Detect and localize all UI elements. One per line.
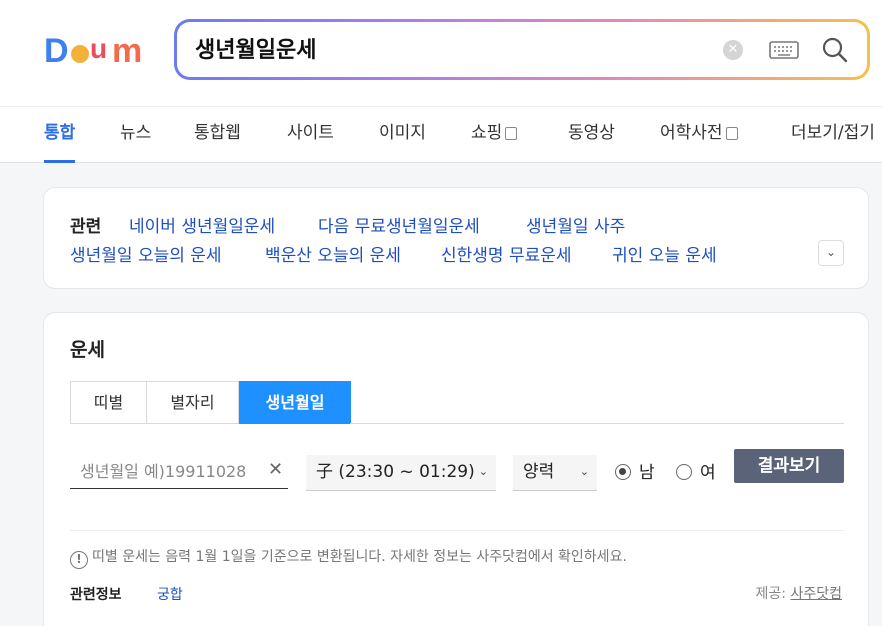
- radio-checked-icon: [615, 464, 631, 480]
- birthdate-field: ✕: [70, 455, 288, 489]
- related-link[interactable]: 생년월일 오늘의 운세: [70, 241, 222, 266]
- radio-unchecked-icon: [676, 464, 692, 480]
- provider-label: 제공:: [755, 586, 787, 602]
- daum-logo[interactable]: D u m: [44, 28, 152, 70]
- tab-image[interactable]: 이미지: [379, 107, 426, 163]
- tab-web[interactable]: 통합웹: [194, 107, 241, 163]
- gender-male-label: 남: [639, 463, 655, 483]
- birth-time-value: 子 (23:30 ~ 01:29): [316, 462, 475, 482]
- tab-zodiac-animal[interactable]: 띠별: [70, 381, 147, 424]
- tab-news[interactable]: 뉴스: [120, 107, 151, 163]
- tab-shopping-label: 쇼핑: [471, 123, 503, 143]
- search-icon[interactable]: [821, 36, 849, 64]
- related-label: 관련: [70, 217, 102, 237]
- chevron-down-icon[interactable]: ⌄: [818, 240, 844, 266]
- related-link[interactable]: 신한생명 무료운세: [441, 241, 572, 266]
- tab-dictionary-label: 어학사전: [660, 123, 723, 143]
- tab-underline: [350, 423, 844, 424]
- tab-video[interactable]: 동영상: [568, 107, 615, 163]
- svg-text:D: D: [44, 32, 69, 70]
- birth-time-select[interactable]: 子 (23:30 ~ 01:29) ⌄: [306, 455, 496, 491]
- notice-text: ! 띠별 운세는 음력 1월 1일을 기준으로 변환됩니다. 자세한 정보는 사주…: [70, 546, 627, 569]
- provider-link[interactable]: 사주닷컴: [790, 586, 842, 602]
- calendar-select[interactable]: 양력 ⌄: [513, 455, 597, 491]
- info-icon: !: [70, 551, 88, 569]
- provider-credit: 제공: 사주닷컴: [756, 583, 842, 603]
- show-result-button[interactable]: 결과보기: [734, 449, 844, 483]
- search-box-inner: ✕: [177, 22, 867, 77]
- chevron-down-icon: ⌄: [579, 465, 589, 478]
- tab-birthdate[interactable]: 생년월일: [239, 381, 351, 424]
- tab-integrated[interactable]: 통합: [44, 107, 76, 163]
- related-link[interactable]: 다음 무료생년월일운세: [318, 212, 480, 237]
- gender-male-radio[interactable]: 남: [615, 458, 655, 484]
- tab-more[interactable]: 더보기/접기: [791, 107, 875, 163]
- external-link-icon: [505, 127, 518, 140]
- search-tabs: 통합 뉴스 통합웹 사이트 이미지 쇼핑 동영상 어학사전 더보기/접기: [0, 106, 882, 163]
- keyboard-icon[interactable]: [769, 39, 799, 61]
- related-link[interactable]: 귀인 오늘 운세: [612, 241, 717, 266]
- fortune-title: 운세: [70, 339, 105, 361]
- search-input[interactable]: [195, 22, 695, 77]
- fortune-card: 운세 띠별 별자리 생년월일 ✕ 子 (23:30 ~ 01:29) ⌄ 양력 …: [43, 312, 869, 626]
- tab-constellation[interactable]: 별자리: [146, 381, 239, 424]
- header: D u m ✕: [0, 0, 882, 106]
- notice-message: 띠별 운세는 음력 1월 1일을 기준으로 변환됩니다. 자세한 정보는 사주닷…: [92, 549, 627, 565]
- tab-site[interactable]: 사이트: [287, 107, 334, 163]
- tab-dictionary[interactable]: 어학사전: [660, 107, 738, 163]
- related-link[interactable]: 네이버 생년월일운세: [129, 212, 275, 237]
- related-link[interactable]: 백운산 오늘의 운세: [265, 241, 401, 266]
- chevron-down-icon: ⌄: [478, 465, 488, 478]
- gender-female-label: 여: [700, 463, 716, 483]
- calendar-value: 양력: [523, 462, 555, 482]
- clear-search-icon[interactable]: ✕: [723, 40, 743, 60]
- related-link[interactable]: 생년월일 사주: [526, 212, 625, 237]
- svg-text:m: m: [112, 32, 142, 70]
- external-link-icon: [725, 127, 738, 140]
- close-icon[interactable]: ✕: [268, 459, 283, 480]
- divider: [70, 530, 844, 531]
- tab-shopping[interactable]: 쇼핑: [471, 107, 518, 163]
- search-box: ✕: [174, 19, 870, 80]
- compatibility-link[interactable]: 궁합: [157, 584, 183, 604]
- birthdate-input[interactable]: [80, 455, 260, 487]
- related-searches-card: 관련 네이버 생년월일운세 다음 무료생년월일운세 생년월일 사주 생년월일 오…: [43, 187, 869, 289]
- gender-female-radio[interactable]: 여: [676, 458, 716, 484]
- svg-text:u: u: [90, 33, 107, 64]
- related-info-label: 관련정보: [70, 587, 122, 603]
